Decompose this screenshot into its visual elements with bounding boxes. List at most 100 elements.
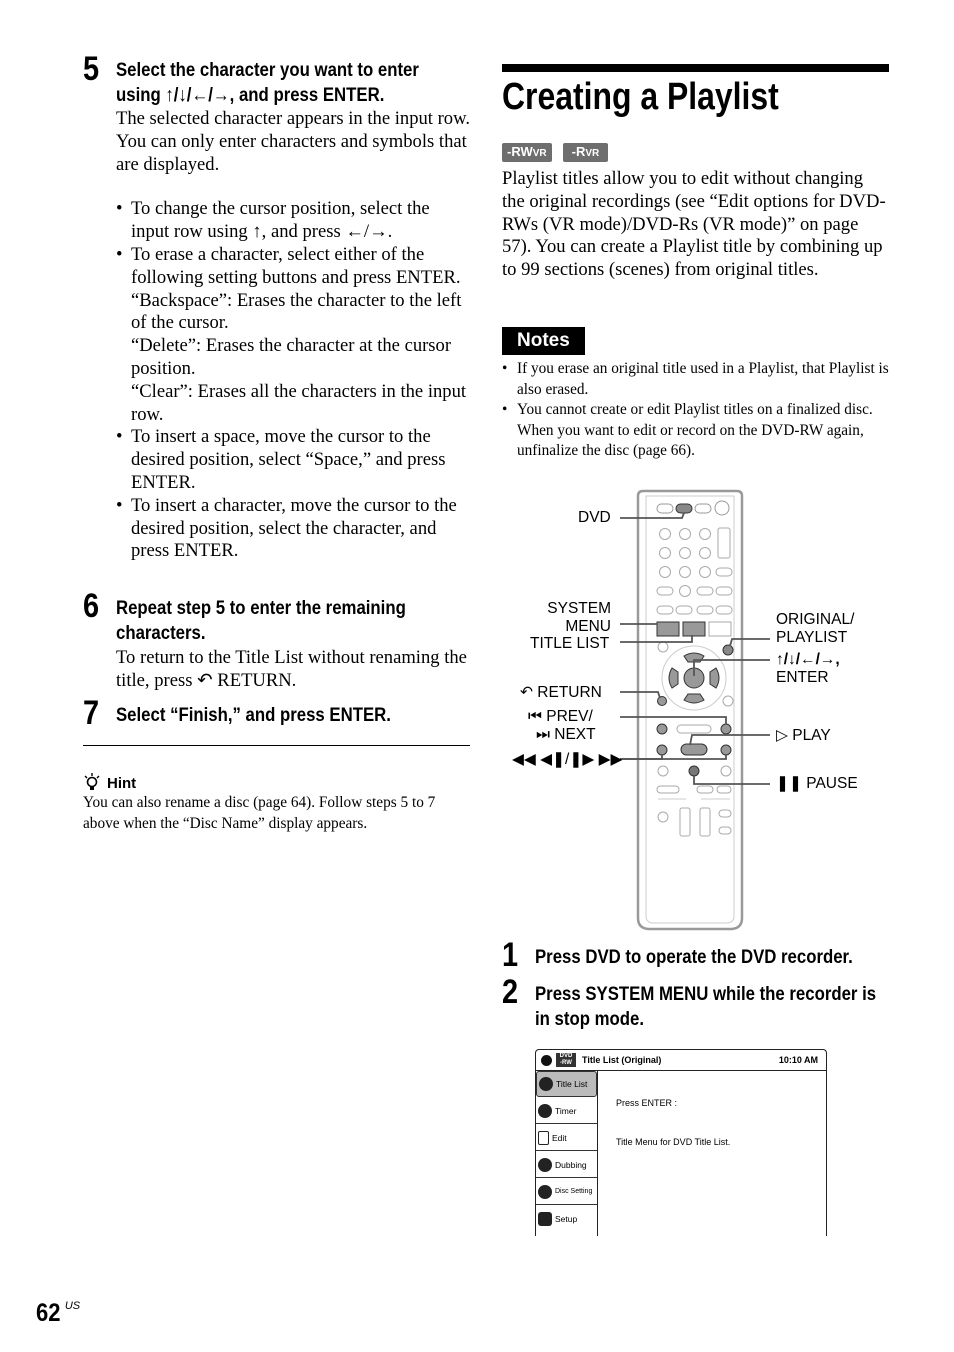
- menu-label: Timer: [555, 1105, 577, 1116]
- disc-setting-icon: [538, 1184, 552, 1199]
- title-list-icon: [539, 1077, 553, 1091]
- hint-label: Hint: [107, 774, 137, 792]
- lightbulb-icon: [84, 773, 100, 790]
- page-number: 62 US: [36, 1300, 80, 1326]
- step-5-para-2: You can only enter characters and symbol…: [116, 130, 467, 175]
- label-scan: ◀◀ ◀❚/❚▶ ▶▶: [512, 751, 623, 768]
- label-system: SYSTEM: [547, 600, 611, 617]
- step-1-heading: Press DVD to operate the DVD recorder.: [535, 946, 853, 968]
- menu-label: Edit: [552, 1132, 567, 1143]
- note-item: You cannot create or edit Playlist title…: [502, 400, 892, 462]
- step-2-heading-line2: in stop mode.: [535, 1008, 645, 1030]
- osd-menu: Title List Timer Edit Dubbing Disc Setti…: [536, 1071, 598, 1236]
- bullet-text: To insert a character, move the cursor t…: [131, 494, 457, 562]
- osd-menu-disc-setting[interactable]: Disc Setting: [536, 1179, 597, 1205]
- label-original: ORIGINAL/: [776, 611, 855, 628]
- erase-option-clear: “Clear”: Erases all the characters in th…: [131, 380, 467, 425]
- bullet-text: To change the cursor position, select th…: [131, 198, 430, 243]
- play-button: [680, 743, 708, 756]
- step-6-number: 6: [83, 587, 100, 625]
- step-5-para-1: The selected character appears in the in…: [116, 108, 470, 129]
- step-6-body: To return to the Title List without rena…: [116, 647, 467, 691]
- label-prev: ⏮ PREV/: [528, 708, 593, 725]
- osd-instruction: Press ENTER :: [616, 1098, 678, 1108]
- menu-label: Setup: [555, 1214, 578, 1224]
- title-list-button: [682, 621, 706, 637]
- bullet-item: To insert a character, move the cursor t…: [116, 495, 472, 563]
- label-arrows-enter: ↑/↓/←/→, ENTER: [776, 651, 840, 687]
- badge-main: -RW: [507, 144, 533, 159]
- bullet-item: To change the cursor position, select th…: [116, 198, 472, 244]
- return-button: [657, 696, 667, 706]
- osd-header-title: Title List (Original): [582, 1055, 662, 1065]
- step-7-number: 7: [83, 694, 100, 732]
- hint-header: Hint: [83, 773, 136, 793]
- step-5-number: 5: [83, 50, 100, 88]
- step-6-heading-line1: Repeat step 5 to enter the remaining: [116, 597, 406, 619]
- menu-label: Dubbing: [555, 1159, 587, 1170]
- label-return: ↶ RETURN: [520, 684, 602, 701]
- title-rule: [502, 64, 889, 72]
- osd-menu-title-list[interactable]: Title List: [536, 1071, 597, 1097]
- label-play: ▷ PLAY: [776, 727, 831, 744]
- dubbing-icon: [538, 1157, 552, 1172]
- osd-header: DVD -RW Title List (Original) 10:10 AM: [536, 1050, 826, 1071]
- step-7-heading: Select “Finish,” and press ENTER.: [116, 704, 391, 726]
- label-title-list: TITLE LIST: [530, 635, 610, 652]
- label-next: ⏭ NEXT: [536, 726, 596, 743]
- page-number-value: 62: [36, 1299, 61, 1327]
- menu-label: Disc Setting: [555, 1188, 593, 1195]
- osd-description: Title Menu for DVD Title List.: [616, 1137, 731, 1147]
- osd-menu-dubbing[interactable]: Dubbing: [536, 1152, 597, 1178]
- step-5-heading-line1: Select the character you want to enter: [116, 59, 419, 81]
- erase-option-delete: “Delete”: Erases the character at the cu…: [131, 335, 452, 379]
- bullet-item: To erase a character, select either of t…: [116, 244, 472, 426]
- erase-option-backspace: “Backspace”: Erases the character to the…: [131, 289, 462, 334]
- badge-sub: VR: [532, 148, 547, 159]
- osd-menu-setup[interactable]: Setup: [536, 1206, 597, 1232]
- osd-menu-edit[interactable]: Edit: [536, 1125, 597, 1151]
- page-title: Creating a Playlist: [502, 76, 779, 118]
- osd-screen: DVD -RW Title List (Original) 10:10 AM T…: [535, 1049, 827, 1236]
- system-menu-button: [656, 621, 680, 637]
- osd-menu-timer[interactable]: Timer: [536, 1098, 597, 1124]
- label-playlist: PLAYLIST: [776, 629, 848, 646]
- step-2-number: 2: [502, 973, 519, 1011]
- pause-button: [688, 765, 700, 777]
- badge-sub: VR: [585, 148, 600, 159]
- label-dvd: DVD: [578, 509, 611, 526]
- disc-icon: [541, 1054, 552, 1066]
- intro-paragraph: Playlist titles allow you to edit withou…: [502, 168, 886, 281]
- bullet-text: To erase a character, select either of t…: [131, 243, 461, 288]
- bullet-item: To insert a space, move the cursor to th…: [116, 426, 472, 494]
- note-text: You cannot create or edit Playlist title…: [517, 401, 873, 460]
- badge-main: -R: [571, 144, 586, 159]
- notes-list: If you erase an original title used in a…: [502, 359, 892, 462]
- label-pause: ❚❚ PAUSE: [776, 775, 858, 792]
- osd-time: 10:10 AM: [778, 1055, 818, 1065]
- step-2-heading-line1: Press SYSTEM MENU while the recorder is: [535, 983, 877, 1005]
- menu-label: Title List: [556, 1079, 588, 1089]
- dvd-rw-icon: DVD -RW: [556, 1053, 576, 1067]
- edit-scissors-icon: [538, 1130, 549, 1145]
- step-1-number: 1: [502, 936, 519, 974]
- timer-icon: [538, 1103, 552, 1118]
- original-playlist-button: [722, 644, 734, 656]
- label-original-playlist: ORIGINAL/ PLAYLIST: [776, 611, 854, 647]
- disc-badge-rwvr: -RWVR: [502, 143, 552, 162]
- step-5-body: The selected character appears in the in…: [116, 108, 472, 563]
- note-item: If you erase an original title used in a…: [502, 359, 892, 400]
- step-5-heading-line2: using ↑/↓/←/→, and press ENTER.: [116, 84, 385, 106]
- section-divider: [83, 745, 470, 746]
- step-2-heading: Press SYSTEM MENU while the recorder is …: [535, 982, 876, 1032]
- label-arrows: ↑/↓/←/→,: [776, 651, 840, 668]
- step-6-heading-line2: characters.: [116, 622, 206, 644]
- page-region: US: [64, 1300, 81, 1312]
- step-6-heading: Repeat step 5 to enter the remaining cha…: [116, 596, 406, 646]
- step-5-heading: Select the character you want to enter u…: [116, 58, 419, 108]
- label-enter: ENTER: [776, 669, 829, 686]
- note-text: If you erase an original title used in a…: [517, 360, 889, 398]
- label-menu: MENU: [565, 618, 611, 635]
- bullet-text: To insert a space, move the cursor to th…: [131, 426, 446, 493]
- setup-toolbox-icon: [538, 1212, 552, 1226]
